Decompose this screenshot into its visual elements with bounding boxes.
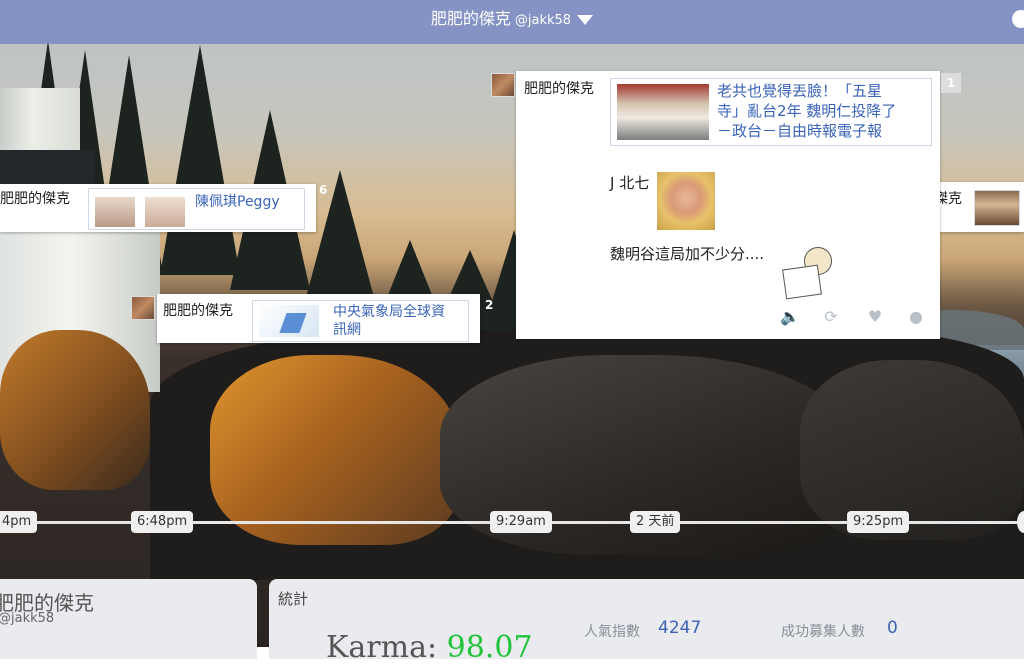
post-text: 魏明谷這局加不少分.... [610, 245, 765, 263]
rock-lit [210, 355, 460, 545]
post-author[interactable]: 肥肥的傑克 [0, 188, 70, 208]
timeline-label[interactable]: 6:48pm [131, 511, 194, 533]
link-preview[interactable]: 中央氣象局全球資 訊網 [252, 300, 469, 342]
link-title-line2[interactable]: 寺」亂台2年 魏明仁投降了 [717, 102, 896, 121]
profile-handle: @jakk58 [0, 611, 55, 626]
link-thumbnail [617, 84, 709, 140]
rock [800, 360, 1024, 540]
link-preview[interactable]: 老共也覺得丟臉！「五星 寺」亂台2年 魏明仁投降了 －政台－自由時報電子報 [610, 78, 932, 146]
post-card-partial[interactable]: 傑克 [930, 182, 1024, 232]
page-handle: @jakk58 [514, 13, 572, 28]
post-card-weather[interactable]: 肥肥的傑克 中央氣象局全球資 訊網 [157, 294, 480, 343]
link-preview[interactable]: 陳佩琪Peggy [88, 188, 305, 230]
link-thumbnail[interactable] [974, 190, 1020, 226]
post-image-face[interactable] [657, 172, 715, 230]
timeline-label[interactable]: 9:29am [490, 511, 552, 533]
tree [160, 45, 240, 275]
karma-label: Karma: [326, 630, 438, 665]
recruits-value: 0 [887, 618, 898, 638]
timeline-dot[interactable] [1017, 511, 1024, 533]
rock-lit [0, 330, 150, 490]
link-title-line3[interactable]: －政台－自由時報電子報 [717, 122, 882, 141]
karma-value: 98.07 [446, 630, 533, 665]
avatar[interactable] [491, 73, 515, 97]
post-author[interactable]: 肥肥的傑克 [163, 300, 233, 320]
more-icon[interactable]: ● [907, 308, 925, 326]
link-thumbnail [145, 197, 185, 227]
newspaper-sticker-icon [782, 247, 840, 300]
chevron-down-icon[interactable] [577, 14, 594, 25]
link-title[interactable]: 陳佩琪Peggy [195, 193, 280, 212]
post-author[interactable]: 肥肥的傑克 [524, 78, 594, 98]
karma-display: Karma: 98.07 [326, 630, 533, 665]
link-thumbnail [95, 197, 135, 227]
post-card-main[interactable]: 肥肥的傑克 老共也覺得丟臉！「五星 寺」亂台2年 魏明仁投降了 －政台－自由時報… [516, 71, 940, 339]
popularity-value: 4247 [658, 618, 702, 638]
link-title-line2[interactable]: 訊網 [333, 321, 361, 340]
post-count: 1 [941, 73, 961, 93]
heart-icon[interactable]: ♥ [866, 308, 884, 326]
stats-heading: 統計 [278, 590, 309, 608]
timeline-label[interactable]: 9:25pm [847, 511, 910, 533]
link-title-line1[interactable]: 中央氣象局全球資 [333, 303, 445, 322]
recruits-label: 成功募集人數 [781, 624, 865, 640]
mute-icon[interactable]: 🔈 [780, 308, 800, 326]
profile-panel: 肥肥的傑克 @jakk58 [0, 579, 257, 659]
link-title-line1[interactable]: 老共也覺得丟臉！「五星 [717, 82, 882, 101]
retweet-icon[interactable]: ⟳ [822, 308, 840, 326]
settings-icon[interactable] [1012, 10, 1024, 28]
post-card-peggy[interactable]: 肥肥的傑克 陳佩琪Peggy [0, 184, 316, 232]
popularity-label: 人氣指數 [584, 624, 640, 640]
post-count: 2 [485, 298, 494, 312]
timeline-label[interactable]: 4pm [0, 511, 38, 533]
top-bar: 肥肥的傑克 @jakk58 [0, 0, 1024, 44]
link-thumbnail [259, 305, 319, 337]
post-text-fragment: J 北七 [610, 174, 650, 192]
page-title: 肥肥的傑克 [430, 9, 511, 28]
post-count: 6 [319, 183, 328, 197]
timeline-label[interactable]: 2 天前 [630, 511, 681, 533]
avatar[interactable] [131, 296, 155, 320]
